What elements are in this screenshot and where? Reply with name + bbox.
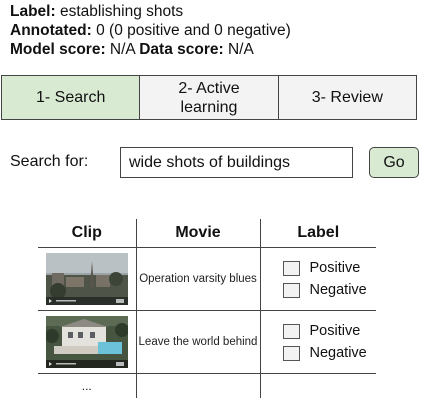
annotated-key: Annotated: bbox=[10, 22, 92, 39]
positive-option[interactable]: Positive bbox=[282, 320, 377, 342]
tab-search-label: 1- Search bbox=[35, 89, 106, 106]
movie-cell: Leave the world behind bbox=[135, 310, 260, 374]
positive-label: Positive bbox=[309, 323, 361, 339]
negative-checkbox[interactable] bbox=[282, 345, 300, 361]
column-header-label: Label bbox=[259, 219, 376, 248]
more-rows-row: ... bbox=[38, 373, 376, 398]
positive-checkbox[interactable] bbox=[282, 260, 300, 276]
column-header-movie: Movie bbox=[135, 219, 260, 248]
tab-search[interactable]: 1- Search bbox=[2, 76, 140, 119]
tab-review-label: 3- Review bbox=[311, 89, 383, 106]
campus-clip-image bbox=[45, 253, 128, 305]
negative-label: Negative bbox=[309, 282, 367, 298]
label-value: establishing shots bbox=[55, 3, 184, 20]
workflow-tabs: 1- Search 2- Active learning 3- Review bbox=[1, 75, 417, 120]
results-table: Clip Movie Label Operation varsity blues… bbox=[38, 219, 376, 398]
label-cell: Positive Negative bbox=[259, 310, 377, 374]
table-header-row: Clip Movie Label bbox=[38, 219, 376, 248]
negative-label: Negative bbox=[309, 345, 367, 361]
tab-active-learning-label: 2- Active learning bbox=[178, 79, 240, 116]
house-pool-clip-image bbox=[45, 316, 128, 368]
label-cell: Positive Negative bbox=[259, 247, 377, 311]
model-score-key: Model score: bbox=[10, 41, 106, 58]
negative-option[interactable]: Negative bbox=[282, 342, 377, 364]
column-header-clip: Clip bbox=[38, 219, 136, 248]
go-button[interactable]: Go bbox=[369, 147, 419, 178]
label-line: Label: establishing shots bbox=[10, 2, 420, 21]
clip-cell bbox=[38, 247, 136, 311]
empty-cell bbox=[259, 373, 376, 398]
clip-thumbnail[interactable] bbox=[45, 316, 128, 368]
clip-thumbnail[interactable] bbox=[45, 253, 128, 305]
search-label: Search for: bbox=[10, 153, 89, 170]
empty-cell bbox=[135, 373, 260, 398]
clip-cell bbox=[38, 310, 136, 374]
model-score-value: N/A bbox=[105, 41, 140, 58]
table-row: Operation varsity blues Positive Negativ… bbox=[38, 247, 377, 311]
label-key: Label: bbox=[10, 3, 56, 20]
positive-label: Positive bbox=[309, 260, 361, 276]
tab-active-learning[interactable]: 2- Active learning bbox=[139, 76, 278, 119]
data-score-value: N/A bbox=[223, 41, 254, 58]
table-row: Leave the world behind Positive Negative bbox=[38, 310, 377, 374]
more-rows-ellipsis: ... bbox=[81, 379, 92, 393]
data-score-key: Data score: bbox=[139, 41, 224, 58]
label-info-panel: Label: establishing shots Annotated: 0 (… bbox=[10, 2, 420, 59]
tab-review[interactable]: 3- Review bbox=[277, 76, 416, 119]
negative-checkbox[interactable] bbox=[282, 282, 300, 298]
positive-option[interactable]: Positive bbox=[282, 257, 377, 279]
positive-checkbox[interactable] bbox=[282, 323, 300, 339]
annotated-value: 0 (0 positive and 0 negative) bbox=[91, 22, 291, 39]
search-input[interactable] bbox=[120, 147, 353, 178]
movie-cell: Operation varsity blues bbox=[135, 247, 260, 311]
annotated-line: Annotated: 0 (0 positive and 0 negative) bbox=[10, 21, 420, 40]
scores-line: Model score: N/A Data score: N/A bbox=[10, 40, 420, 59]
negative-option[interactable]: Negative bbox=[282, 279, 377, 301]
